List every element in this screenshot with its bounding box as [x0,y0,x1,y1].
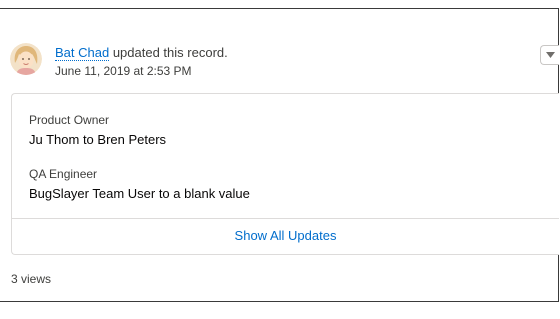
changes-card: Product Owner Ju Thom to Bren Peters QA … [11,93,559,255]
author-link[interactable]: Bat Chad [55,45,110,61]
post-header: Bat Chad updated this record. [55,45,228,61]
change-field-label: QA Engineer [29,167,98,181]
user-avatar-icon [10,43,42,75]
avatar[interactable] [10,43,42,75]
change-field-value: Ju Thom to Bren Peters [29,132,167,147]
post-timestamp[interactable]: June 11, 2019 at 2:53 PM [55,64,192,78]
show-all-updates-link[interactable]: Show All Updates [12,228,559,243]
post-action-text: updated this record. [112,45,228,60]
change-field-label: Product Owner [29,113,110,127]
post-menu-button[interactable] [540,45,559,65]
view-count: 3 views [11,272,52,286]
change-field-value: BugSlayer Team User to a blank value [29,186,250,201]
chevron-down-icon [545,52,555,58]
card-divider [12,218,559,219]
